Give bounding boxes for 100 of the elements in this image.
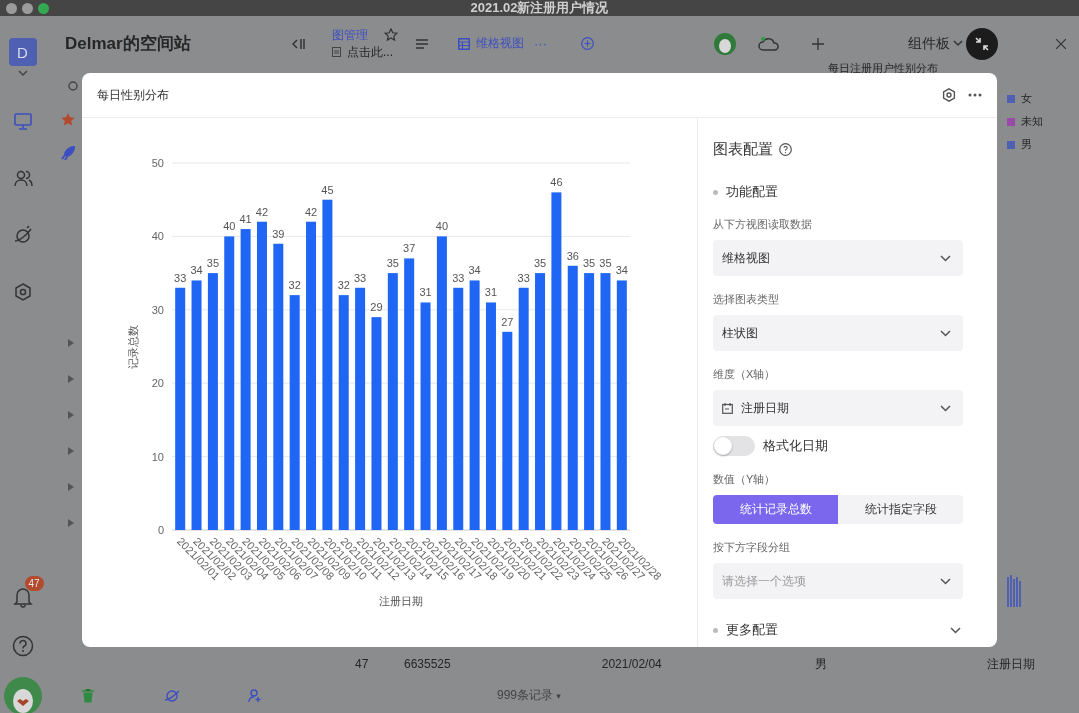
bell-icon[interactable]: [12, 586, 33, 608]
workspace-avatar[interactable]: D: [8, 38, 37, 66]
node-name: 图管理: [332, 26, 368, 44]
value-label: 46: [550, 176, 563, 189]
bar-chart-drawing: [1007, 575, 1021, 607]
toggle-switch[interactable]: [713, 436, 755, 456]
segment-tab[interactable]: 统计指定字段: [838, 495, 963, 524]
chevron-down-icon: [940, 254, 951, 262]
collapse-button[interactable]: [966, 27, 998, 60]
field-label: 从下方视图读取数据: [713, 217, 813, 232]
panel-title: 图表配置: [713, 140, 773, 159]
people-icon[interactable]: [12, 168, 33, 188]
x-axis-title: 注册日期: [379, 595, 423, 607]
value-label: 33: [517, 271, 530, 284]
value-label: 35: [599, 257, 612, 270]
legend-label: 男: [1021, 137, 1032, 152]
table-cell-text: 47: [355, 657, 370, 671]
section-title: 更多配置: [726, 621, 778, 639]
calendar-icon: [722, 402, 733, 414]
chevron-down-icon: [953, 40, 963, 47]
rocket-icon: [61, 146, 75, 160]
segment-tab[interactable]: 统计记录总数: [713, 495, 838, 524]
minimize-dot-icon[interactable]: [22, 2, 33, 14]
hexagon-icon[interactable]: [12, 282, 33, 302]
field-label: 按下方字段分组: [713, 540, 791, 555]
field-label: 维度（X轴）: [713, 367, 777, 382]
value-label: 35: [206, 257, 219, 270]
widget-title: 每日注册用户性别分布: [828, 61, 938, 76]
expand-arrow-icon[interactable]: [68, 447, 74, 455]
value-label: 29: [370, 301, 383, 314]
field-label: 选择图表类型: [713, 292, 780, 307]
y-tick-label: 20: [151, 377, 164, 390]
collapse-sidebar-icon[interactable]: [292, 37, 306, 50]
section-title: 功能配置: [726, 183, 778, 201]
y-tick-label: 0: [157, 524, 164, 536]
value-label: 32: [288, 279, 301, 292]
value-label: 42: [304, 205, 318, 218]
help-icon[interactable]: [11, 635, 34, 657]
table-cell-text: 男: [814, 655, 828, 673]
plus-icon[interactable]: [812, 37, 824, 50]
add-member-icon[interactable]: [248, 688, 262, 703]
y-tick-label: 40: [151, 230, 164, 243]
planet-icon[interactable]: [12, 225, 33, 245]
widget-board-button[interactable]: 组件板: [908, 34, 963, 53]
chevron-down-icon: [950, 626, 961, 634]
modal-title: 每日性别分布: [97, 86, 170, 104]
expand-arrow-icon[interactable]: [68, 375, 74, 383]
menu-icon[interactable]: [416, 38, 428, 49]
table-cell: 6635525: [404, 657, 451, 671]
more-icon[interactable]: [968, 93, 982, 97]
cloud-icon[interactable]: [758, 35, 780, 52]
dropdown[interactable]: 维格视图: [713, 240, 963, 276]
chevron-down-icon: [940, 577, 951, 585]
close-dot-icon[interactable]: [6, 2, 17, 14]
value-label: 40: [223, 220, 236, 233]
window-title: 2021.02新注册用户情况: [470, 0, 609, 16]
y-axis-title: 记录总数: [127, 324, 139, 369]
legend-label: 未知: [1021, 114, 1043, 129]
value-label: 34: [190, 264, 203, 277]
monitor-icon[interactable]: [12, 111, 33, 131]
value-label: 35: [533, 257, 547, 270]
expand-arrow-icon[interactable]: [68, 519, 74, 527]
toggle-label: 格式化日期: [763, 437, 828, 455]
field-label: 数值（Y轴）: [713, 472, 777, 487]
dropdown[interactable]: 请选择一个选项: [713, 563, 963, 599]
value-label: 39: [272, 227, 285, 240]
star-icon[interactable]: [384, 28, 398, 42]
close-icon[interactable]: [1056, 38, 1066, 49]
value-label: 35: [583, 257, 596, 270]
zoom-dot-icon[interactable]: [38, 2, 49, 14]
help-icon[interactable]: [779, 143, 792, 156]
node-description[interactable]: 点击此...: [347, 43, 393, 61]
value-label: 27: [501, 315, 514, 328]
value-label: 32: [337, 279, 350, 292]
star-icon: [61, 113, 75, 126]
value-label: 33: [452, 271, 465, 284]
value-label: 34: [468, 264, 481, 277]
expand-arrow-icon[interactable]: [68, 483, 74, 491]
planet-icon[interactable]: [165, 688, 179, 703]
expand-arrow-icon[interactable]: [68, 339, 74, 347]
chevron-down-icon: [940, 329, 951, 337]
add-view-icon[interactable]: [581, 37, 594, 50]
value-label: 35: [386, 257, 399, 270]
user-avatar[interactable]: [714, 32, 736, 55]
value-label: 33: [354, 271, 367, 284]
y-tick-label: 10: [151, 450, 164, 463]
legend-label: 女: [1021, 91, 1032, 106]
chevron-down-icon[interactable]: [17, 69, 28, 77]
chevron-down-icon: [940, 404, 951, 412]
expand-arrow-icon[interactable]: [68, 411, 74, 419]
axis-label: 注册日期: [986, 655, 1035, 673]
dropdown[interactable]: 柱状图: [713, 315, 963, 351]
value-label: 34: [615, 264, 628, 277]
document-icon: [332, 47, 341, 57]
record-count-dropdown[interactable]: 999条记录 ▾: [497, 687, 561, 704]
value-label: 33: [174, 271, 187, 284]
user-avatar[interactable]: [3, 677, 42, 713]
dropdown[interactable]: 注册日期: [713, 390, 963, 426]
settings-icon[interactable]: [942, 88, 956, 102]
value-label: 36: [566, 249, 579, 262]
